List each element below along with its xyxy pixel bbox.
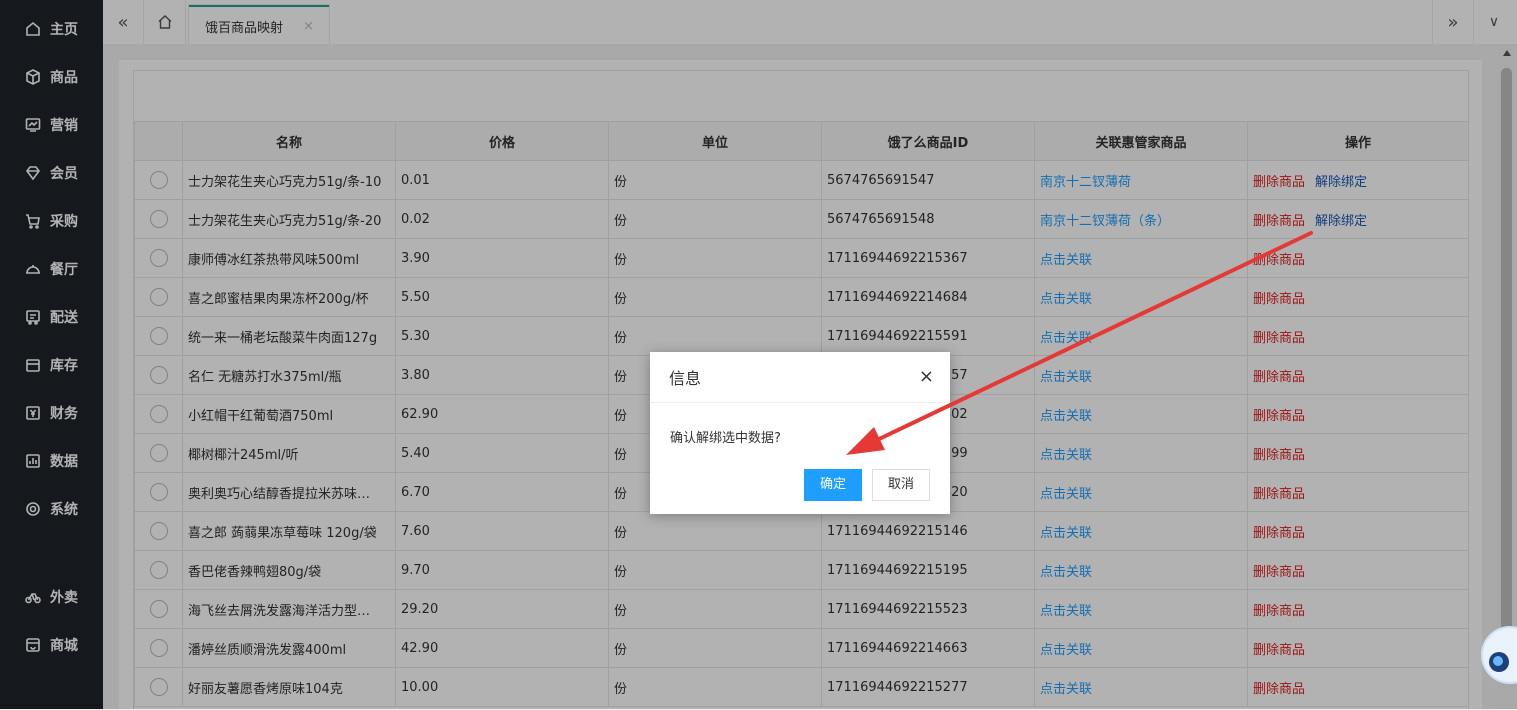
dialog-title: 信息 [669,369,702,388]
confirm-dialog: 信息 × 确认解绑选中数据? 确定 取消 [650,352,950,514]
cancel-button[interactable]: 取消 [871,469,930,501]
dialog-buttons: 确定 取消 [803,469,930,501]
close-icon[interactable]: × [919,366,934,387]
assistant-eye [1489,652,1509,672]
assistant-bot-icon[interactable] [1481,626,1517,698]
confirm-button[interactable]: 确定 [803,469,862,501]
dialog-header: 信息 × [650,352,950,403]
dialog-message: 确认解绑选中数据? [670,431,781,446]
